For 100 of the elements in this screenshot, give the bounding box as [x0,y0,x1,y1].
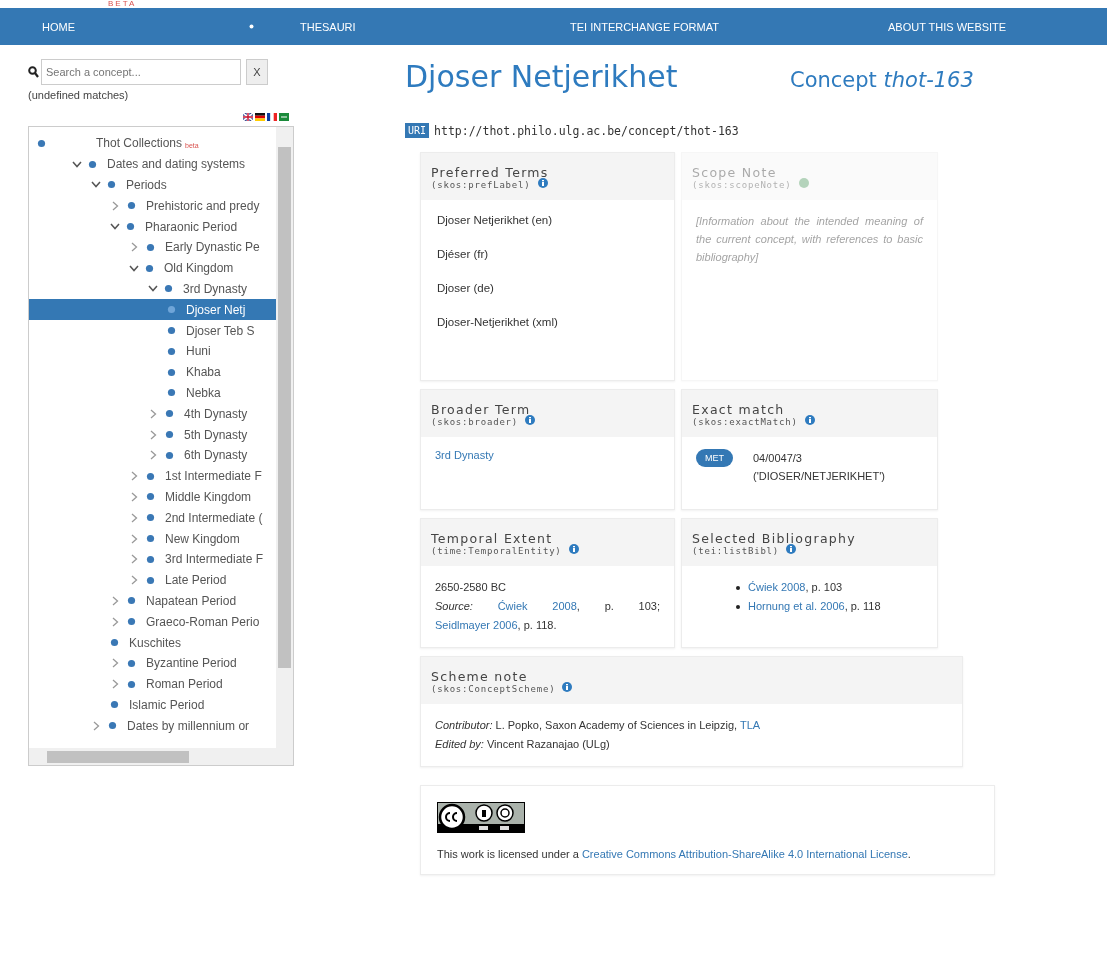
tree-item[interactable]: Dates and dating systems [29,153,276,175]
nav-link[interactable]: HOME [42,20,75,33]
tree-item[interactable]: Huni [29,340,276,362]
tree-item[interactable]: Periods [29,174,276,196]
tree-item[interactable]: 4th Dynasty [29,403,276,425]
caret-right-icon[interactable] [150,450,157,461]
node-icon [165,409,174,419]
property-name: (skos:ConceptScheme) [431,684,556,694]
tree-item[interactable]: Khaba [29,361,276,383]
tree-item[interactable]: 3rd Dynasty [29,278,276,300]
nav-link[interactable]: ABOUT THIS WEBSITE [888,20,1007,33]
search-field[interactable]: Search a concept... [41,59,241,85]
caret-right-icon[interactable] [93,720,100,731]
contributor-text: Contributor: L. Popko, Saxon Academy of Sciences in Leipzig, TLA [435,718,762,733]
tree-item[interactable]: Dates by millennium or [29,715,276,737]
node-icon [37,138,46,148]
node-icon [110,638,119,647]
source-link[interactable]: Seidlmayer 2006 [435,619,518,631]
card-title: Temporal Extent [431,531,554,546]
node-icon [146,534,155,544]
property-name: (time:TemporalEntity) [431,546,562,556]
tree-item[interactable]: Late Period [29,569,276,591]
beta-label: BETA [108,0,137,8]
tree-item[interactable]: Roman Period [29,673,276,695]
node-icon [167,367,176,377]
tree-item[interactable]: Djoser Teb S [29,320,276,341]
node-icon [127,658,136,668]
caret-right-icon[interactable] [131,512,138,523]
tree-item[interactable]: Prehistoric and predy [29,195,276,217]
tree-item[interactable]: 6th Dynasty [29,444,276,466]
tree-item[interactable]: Early Dynastic Pe [29,237,276,258]
caret-down-icon[interactable] [129,264,139,272]
flag-icon[interactable] [243,113,253,121]
tree-item[interactable]: 3rd Intermediate F [29,548,276,570]
node-icon [167,388,176,398]
license-badge-drawing[interactable] [437,802,525,833]
caret-right-icon[interactable] [150,408,157,419]
term-text: Djoser Netjerikhet (en) [437,214,554,228]
match-count: (undefined matches) [28,89,130,101]
caret-right-icon[interactable] [131,575,138,586]
card-title: Preferred Terms [431,165,550,180]
caret-down-icon[interactable] [110,223,120,231]
clear-button[interactable]: X [246,59,268,85]
tree-item[interactable]: Old Kingdom [29,257,276,279]
caret-down-icon[interactable] [91,181,101,189]
card-title: Scope Note [692,165,778,180]
nav-link[interactable]: THESAURI [300,20,356,33]
caret-right-icon[interactable] [131,533,138,544]
contributor-link[interactable]: TLA [739,719,761,731]
nav-link[interactable]: TEI INTERCHANGE FORMAT [570,20,719,33]
caret-right-icon[interactable] [131,491,138,502]
caret-right-icon[interactable] [131,554,138,565]
tree-item[interactable]: New Kingdom [29,528,276,549]
tree-item[interactable]: 2nd Intermediate ( [29,507,276,529]
broader-term-link[interactable]: 3rd Dynasty [435,449,494,461]
uri-badge: URI [405,123,430,138]
caret-right-icon[interactable] [150,429,157,440]
node-icon [146,242,155,252]
license-link[interactable]: Creative Commons Attribution-ShareAlike 4.0 International License [581,848,908,860]
caret-right-icon[interactable] [112,658,119,669]
caret-right-icon[interactable] [131,471,138,482]
term-text: Djoser (de) [437,282,495,296]
tree-item[interactable]: Byzantine Period [29,652,276,674]
caret-down-icon[interactable] [72,160,82,168]
caret-right-icon[interactable] [112,679,119,690]
tree-item[interactable]: Islamic Period [29,694,276,716]
flag-icon[interactable] [267,113,277,121]
caret-right-icon[interactable] [112,200,119,211]
source-link[interactable]: Ćwiek 2008 [497,600,577,612]
flag-icon[interactable] [255,113,265,121]
vertical-scrollbar[interactable] [276,127,293,748]
scope-note-text: [Information about the intended meaning of the current concept, with references to basic bibliography] [696,214,923,265]
tree-item[interactable]: 5th Dynasty [29,424,276,445]
bibliography-entry: Hornung et al. 2006, p. 118 [748,599,881,614]
concept-id: Concept thot-163 [790,68,974,92]
node-icon [127,679,136,689]
bibliography-link[interactable]: Hornung et al. 2006 [748,600,845,612]
search-icon [28,66,39,78]
node-icon [107,180,116,190]
tree-item[interactable]: Kuschites [29,632,276,653]
property-name: (skos:broader) [431,417,519,427]
caret-right-icon[interactable] [131,242,138,253]
caret-right-icon[interactable] [112,595,119,606]
property-name: (skos:exactMatch) [692,417,798,427]
horizontal-scrollbar[interactable] [29,748,293,765]
editor-text: Edited by: Vincent Razanajao (ULg) [435,737,611,752]
tree-item[interactable]: 1st Intermediate F [29,465,276,487]
property-name: (tei:listBibl) [692,546,780,556]
tree-item[interactable]: Middle Kingdom [29,486,276,508]
caret-right-icon[interactable] [112,616,119,627]
tree-item[interactable]: Nebka [29,382,276,404]
node-icon [88,159,97,169]
term-text: Djéser (fr) [437,248,490,262]
tree-item[interactable]: Djoser Netj [29,299,276,321]
tree-item[interactable]: Napatean Period [29,590,276,612]
caret-down-icon[interactable] [148,285,158,293]
node-icon [126,222,135,232]
tree-item[interactable]: Pharaonic Period [29,216,276,237]
source-badge[interactable]: MET [696,449,733,467]
tree-item[interactable]: Graeco-Roman Perio [29,611,276,633]
